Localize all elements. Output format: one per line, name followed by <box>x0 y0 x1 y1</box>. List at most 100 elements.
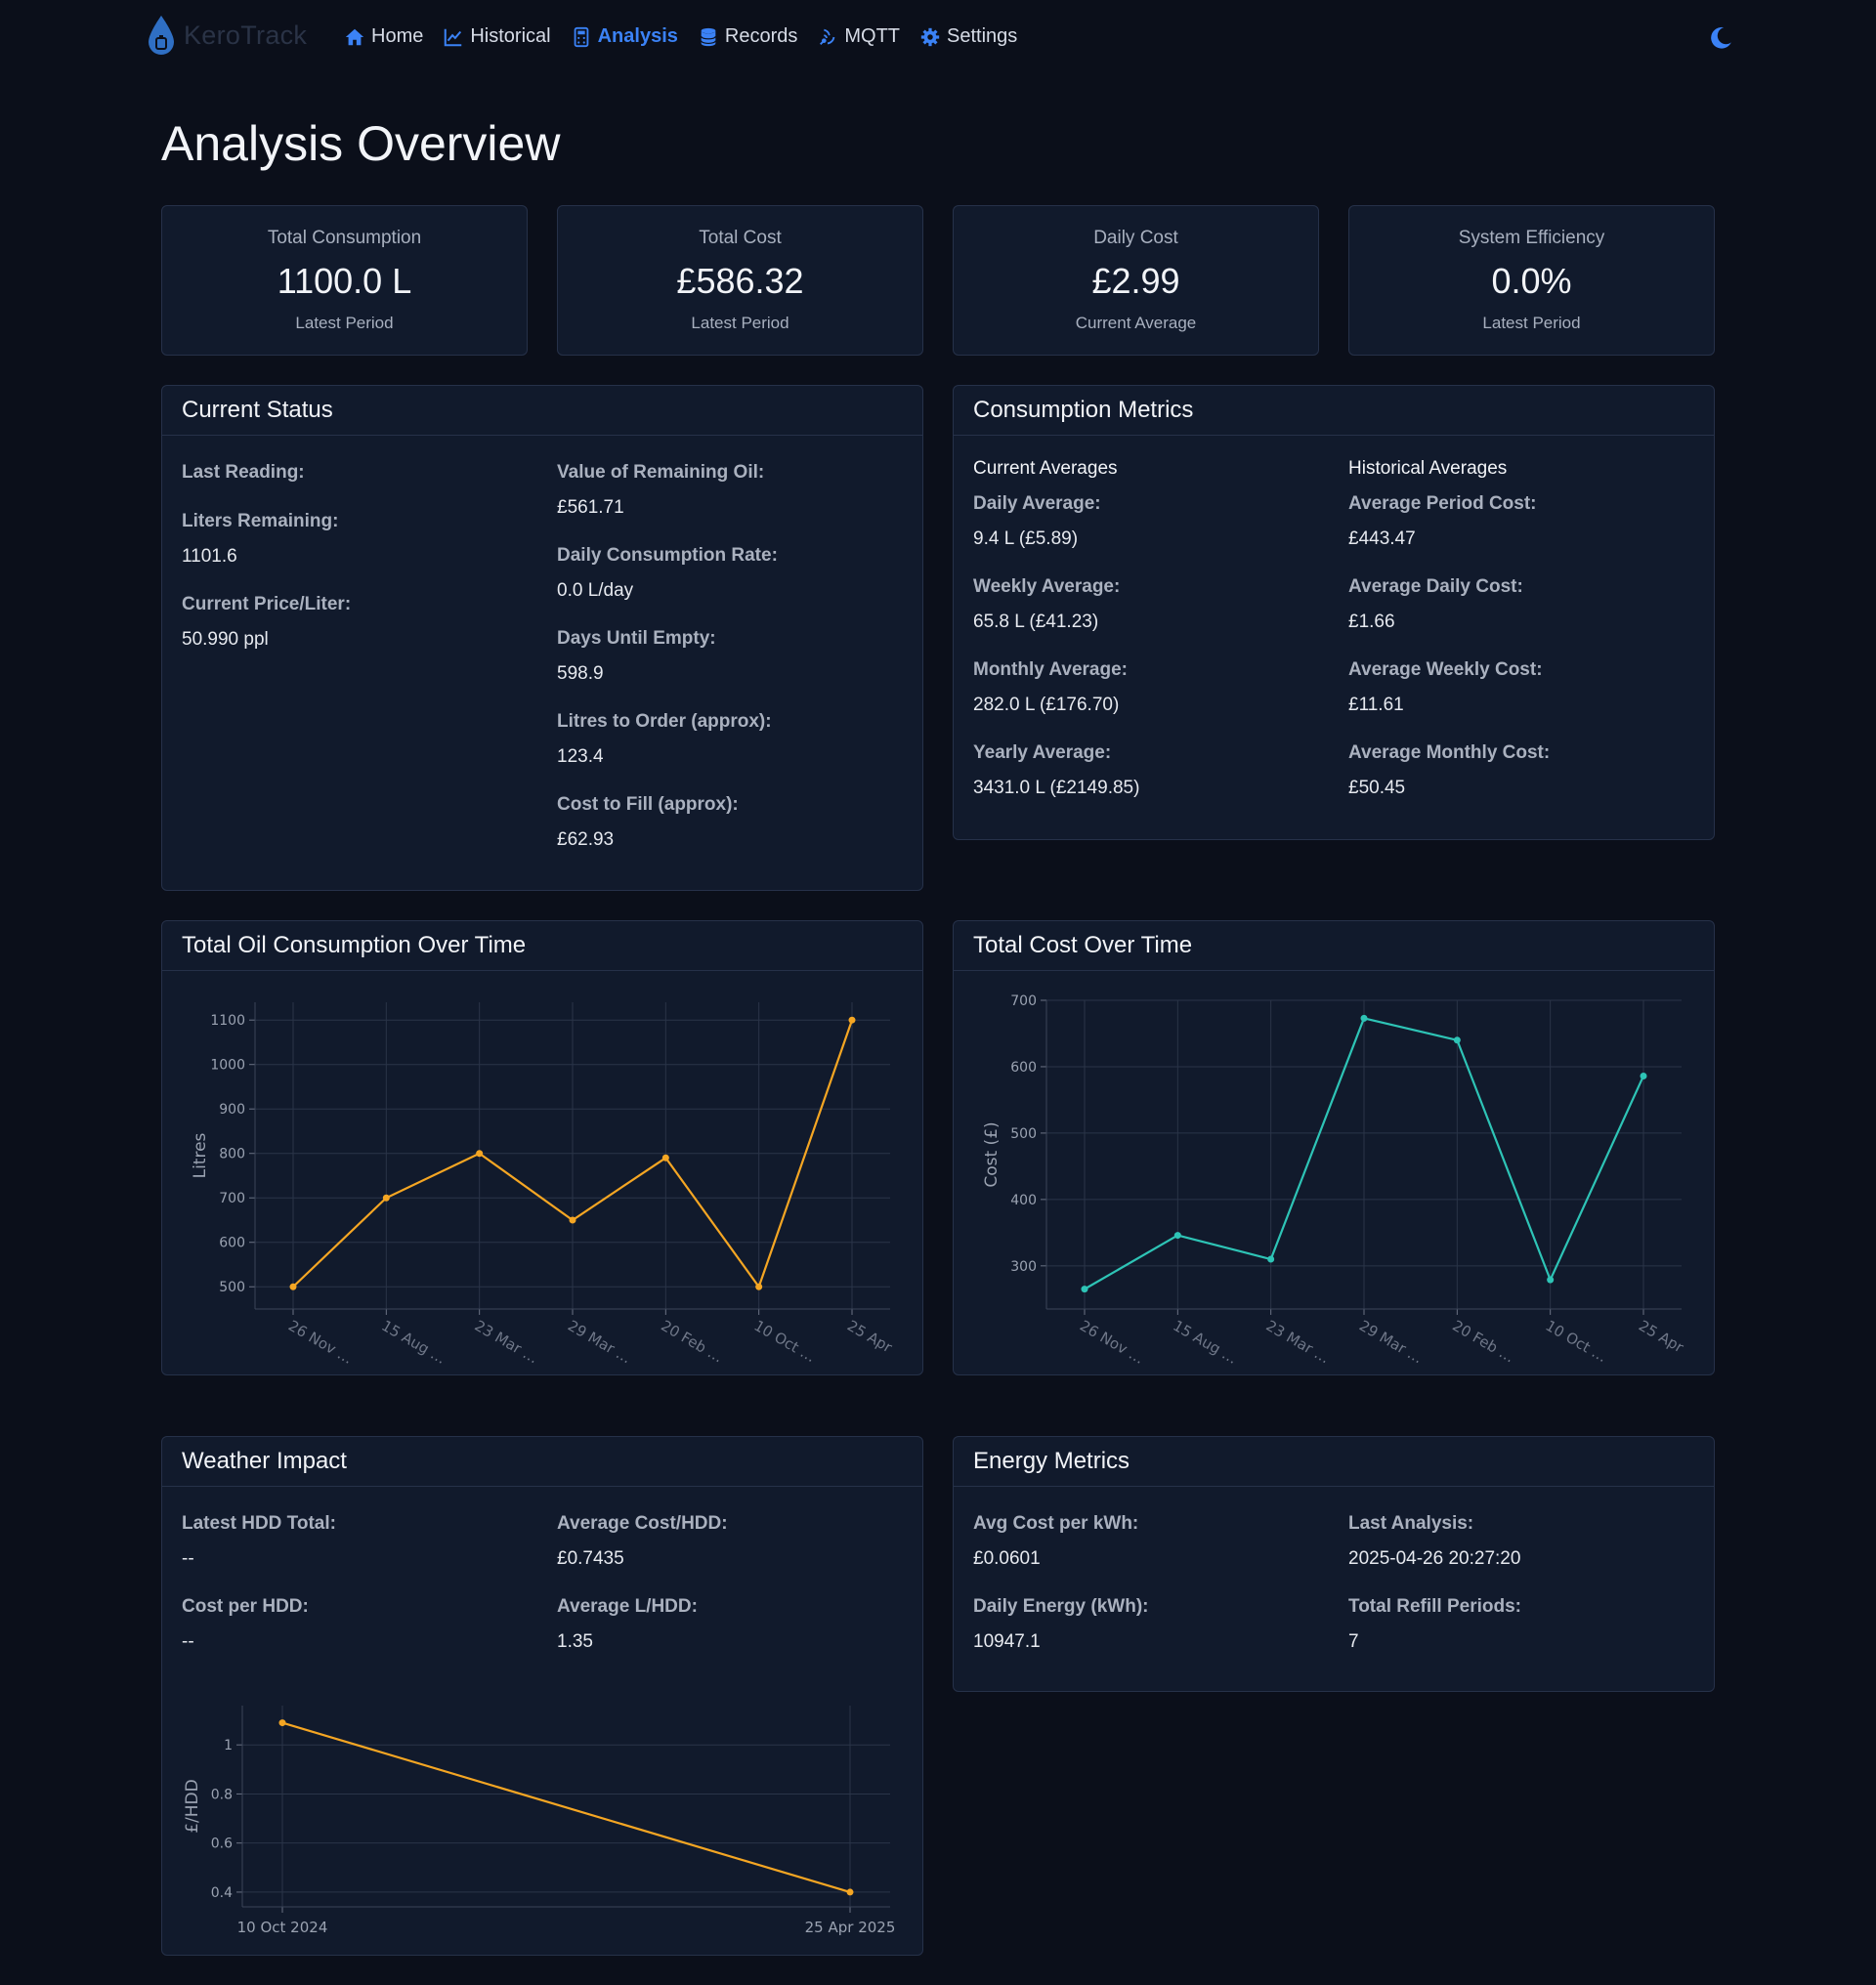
litres-to-order: Litres to Order (approx): 123.4 <box>557 711 772 768</box>
days-until-empty: Days Until Empty: 598.9 <box>557 628 716 685</box>
stat-value: 1100.0 L <box>277 261 412 301</box>
kv-label: Yearly Average: <box>973 742 1112 763</box>
stat-card-daily-cost: Daily Cost £2.99 Current Average <box>953 205 1319 356</box>
data-point <box>1547 1276 1555 1284</box>
consumption-chart[interactable]: 500 600 700 800 900 1000 1100 26 Nov … 15 Aug … 2… <box>162 971 922 1374</box>
kv-label: Avg Cost per kWh: <box>973 1513 1139 1534</box>
brand-name: KeroTrack <box>184 20 308 50</box>
data-point <box>661 1154 669 1161</box>
stat-card-system-efficiency: System Efficiency 0.0% Latest Period <box>1348 205 1715 356</box>
stat-label: Total Cost <box>699 228 782 248</box>
nav-historical[interactable]: Historical <box>443 25 551 48</box>
kv-label: Days Until Empty: <box>557 628 716 649</box>
cost-chart[interactable]: 300 400 500 600 700 26 Nov … 15 Aug … 23 Mar … 2… <box>954 971 1714 1374</box>
hdd-cost-chart[interactable]: 0.4 0.6 0.8 1 10 Oct 2024 25 Apr 2025 £/HDD <box>162 1686 922 1950</box>
x-tick-label: 20 Feb … <box>1449 1317 1517 1367</box>
card-title: Total Cost Over Time <box>954 921 1714 971</box>
kv-value: £11.61 <box>1348 695 1404 715</box>
gear-icon <box>920 27 940 46</box>
kv-value: £1.66 <box>1348 612 1395 632</box>
nav-mqtt[interactable]: MQTT <box>817 25 900 48</box>
data-point <box>846 1888 854 1896</box>
series-line <box>281 1721 851 1893</box>
stat-sublabel: Latest Period <box>1482 314 1581 332</box>
y-tick-label: 700 <box>1010 993 1037 1009</box>
data-point <box>476 1150 484 1158</box>
kv-value: -- <box>182 1631 194 1652</box>
kv-value: 0.0 L/day <box>557 580 634 601</box>
data-point <box>1640 1072 1647 1079</box>
y-axis-label: Cost (£) <box>982 1121 1002 1187</box>
y-tick-label: 400 <box>1010 1193 1037 1208</box>
data-point <box>278 1719 286 1727</box>
stat-card-total-consumption: Total Consumption 1100.0 L Latest Period <box>161 205 528 356</box>
y-tick-label: 0.6 <box>211 1837 233 1852</box>
average-daily-cost: Average Daily Cost: £1.66 <box>1348 576 1523 633</box>
x-tick-label: 29 Mar … <box>565 1317 634 1368</box>
daily-average: Daily Average: 9.4 L (£5.89) <box>973 493 1101 550</box>
x-tick-label: 29 Mar … <box>1356 1317 1426 1368</box>
card-title: Energy Metrics <box>954 1437 1714 1487</box>
data-point <box>1453 1036 1461 1044</box>
energy-metrics-card: Energy Metrics Avg Cost per kWh: £0.0601… <box>953 1436 1715 1692</box>
liters-remaining: Liters Remaining: 1101.6 <box>182 511 338 568</box>
stat-sublabel: Latest Period <box>295 314 394 332</box>
kv-value: 7 <box>1348 1631 1359 1652</box>
current-averages-title: Current Averages <box>973 458 1118 479</box>
nav-home[interactable]: Home <box>344 25 423 48</box>
kv-value: 2025-04-26 20:27:20 <box>1348 1548 1521 1569</box>
y-tick-label: 1 <box>224 1738 233 1753</box>
x-tick-label: 26 Nov … <box>1077 1317 1147 1368</box>
nav-records-label: Records <box>724 25 798 47</box>
kv-value: £0.7435 <box>557 1548 624 1569</box>
y-tick-label: 1100 <box>210 1013 245 1029</box>
yearly-average: Yearly Average: 3431.0 L (£2149.85) <box>973 742 1139 799</box>
y-tick-label: 600 <box>1010 1060 1037 1076</box>
stat-label: Daily Cost <box>1093 228 1178 248</box>
y-tick-label: 1000 <box>210 1058 245 1074</box>
card-title: Weather Impact <box>162 1437 922 1487</box>
stat-value: 0.0% <box>1491 261 1572 301</box>
kv-value: 3431.0 L (£2149.85) <box>973 778 1140 798</box>
y-tick-label: 800 <box>219 1147 245 1162</box>
y-tick-label: 0.8 <box>211 1787 233 1802</box>
kv-label: Last Reading: <box>182 462 305 483</box>
kv-label: Daily Consumption Rate: <box>557 545 778 566</box>
nav-records[interactable]: Records <box>698 25 797 48</box>
nav-settings[interactable]: Settings <box>919 25 1017 48</box>
avg-cost-per-kwh: Avg Cost per kWh: £0.0601 <box>973 1513 1138 1570</box>
cost-chart-card: Total Cost Over Time 300 400 500 600 700 26 N… <box>953 920 1715 1375</box>
stat-value: £586.32 <box>676 261 804 301</box>
home-icon <box>345 28 364 45</box>
data-point <box>382 1194 390 1202</box>
y-axis-label: £/HDD <box>183 1779 202 1834</box>
kv-label: Average Monthly Cost: <box>1348 742 1551 763</box>
average-period-cost: Average Period Cost: £443.47 <box>1348 493 1537 550</box>
kv-value: 598.9 <box>557 663 604 684</box>
y-tick-label: 900 <box>219 1102 245 1118</box>
y-tick-label: 300 <box>1010 1259 1037 1275</box>
theme-toggle[interactable] <box>1708 25 1733 56</box>
kv-label: Average Period Cost: <box>1348 493 1537 514</box>
latest-hdd-total: Latest HDD Total: -- <box>182 1513 336 1570</box>
last-reading: Last Reading: <box>182 462 305 484</box>
kv-label: Monthly Average: <box>973 659 1129 680</box>
nav-analysis[interactable]: Analysis <box>571 25 678 48</box>
average-weekly-cost: Average Weekly Cost: £11.61 <box>1348 659 1543 716</box>
value-of-remaining-oil: Value of Remaining Oil: £561.71 <box>557 462 764 519</box>
chart-line-icon <box>445 28 462 46</box>
y-tick-label: 0.4 <box>211 1885 233 1901</box>
kv-label: Liters Remaining: <box>182 511 339 531</box>
cost-to-fill: Cost to Fill (approx): £62.93 <box>557 794 739 851</box>
kv-label: Average Weekly Cost: <box>1348 659 1543 680</box>
cost-per-hdd: Cost per HDD: -- <box>182 1596 309 1653</box>
card-title: Current Status <box>162 386 922 436</box>
broadcast-icon <box>820 28 835 45</box>
kv-label: Cost to Fill (approx): <box>557 794 739 815</box>
kv-label: Litres to Order (approx): <box>557 711 772 732</box>
kv-label: Average Daily Cost: <box>1348 576 1523 597</box>
kv-label: Cost per HDD: <box>182 1596 309 1617</box>
stat-card-total-cost: Total Cost £586.32 Latest Period <box>557 205 923 356</box>
brand[interactable]: KeroTrack <box>147 14 307 57</box>
y-tick-label: 600 <box>219 1236 245 1251</box>
